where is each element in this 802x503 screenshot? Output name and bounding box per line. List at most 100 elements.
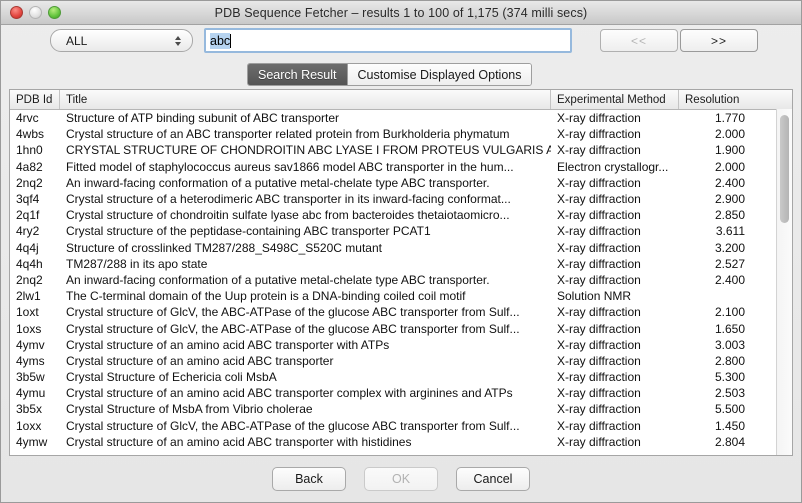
window-controls [10, 6, 61, 19]
cell-pdb-id: 3qf4 [16, 192, 40, 207]
cell-experimental-method: X-ray diffraction [557, 127, 641, 142]
next-page-button[interactable]: >> [680, 29, 758, 52]
search-input-value: abc [210, 32, 231, 49]
cell-pdb-id: 4yms [16, 353, 45, 368]
table-row[interactable]: 3b5x Crystal Structure of MsbA from Vibri… [10, 401, 792, 417]
cell-resolution: 3.611 [715, 224, 745, 239]
search-input[interactable]: abc [204, 28, 572, 53]
cell-title: TM287/288 in its apo state [66, 256, 208, 271]
cell-title: Fitted model of staphylococcus aureus sa… [66, 159, 514, 174]
table-row[interactable]: 4rvc Structure of ATP binding subunit of … [10, 110, 792, 126]
tab-search-result[interactable]: Search Result [248, 64, 347, 85]
table-row[interactable]: 2nq2 An inward-facing conformation of a p… [10, 272, 792, 288]
cell-resolution: 5.500 [714, 402, 745, 417]
cell-pdb-id: 4q4j [16, 240, 39, 255]
tab-customise-displayed-options[interactable]: Customise Displayed Options [346, 64, 532, 85]
cell-title: The C-terminal domain of the Uup protein… [66, 289, 466, 304]
column-header-pdb-id[interactable]: PDB Id [10, 90, 60, 109]
cell-title: Crystal Structure of Echericia coli MsbA [66, 370, 277, 385]
tab-strip: Search Result Customise Displayed Option… [1, 63, 801, 86]
table-row[interactable]: 4yms Crystal structure of an amino acid A… [10, 353, 792, 369]
previous-page-button[interactable]: << [600, 29, 678, 52]
table-row[interactable]: 4ry2 Crystal structure of the peptidase-c… [10, 223, 792, 239]
table-row[interactable]: 1oxs Crystal structure of GlcV, the ABC-A… [10, 320, 792, 336]
cell-experimental-method: Electron crystallogr... [557, 159, 669, 174]
cell-resolution: 2.400 [714, 272, 745, 287]
cell-resolution: 2.400 [714, 175, 745, 190]
cell-experimental-method: X-ray diffraction [557, 337, 641, 352]
cell-title: Structure of crosslinked TM287/288_S498C… [66, 240, 382, 255]
table-row[interactable]: 4q4j Structure of crosslinked TM287/288_S… [10, 240, 792, 256]
cell-title: Crystal structure of GlcV, the ABC-ATPas… [66, 305, 520, 320]
cell-experimental-method: X-ray diffraction [557, 111, 641, 126]
minimize-button[interactable] [29, 6, 42, 19]
pdb-sequence-fetcher-window: PDB Sequence Fetcher – results 1 to 100 … [0, 0, 802, 503]
table-row[interactable]: 2nq2 An inward-facing conformation of a p… [10, 175, 792, 191]
cell-pdb-id: 4wbs [16, 127, 45, 142]
table-row[interactable]: 3b5w Crystal Structure of Echericia coli … [10, 369, 792, 385]
cell-pdb-id: 4rvc [16, 111, 39, 126]
table-row[interactable]: 4wbs Crystal structure of an ABC transpor… [10, 126, 792, 142]
table-row[interactable]: 2q1f Crystal structure of chondroitin sul… [10, 207, 792, 223]
cell-pdb-id: 1oxs [16, 321, 42, 336]
vertical-scrollbar-thumb[interactable] [780, 115, 789, 223]
cell-resolution: 2.000 [714, 127, 745, 142]
cancel-button[interactable]: Cancel [456, 467, 530, 491]
cell-pdb-id: 4ymw [16, 434, 48, 449]
cell-title: Crystal structure of the peptidase-conta… [66, 224, 431, 239]
zoom-button[interactable] [48, 6, 61, 19]
cell-experimental-method: X-ray diffraction [557, 402, 641, 417]
cell-resolution: 2.100 [714, 305, 745, 320]
column-header-experimental-method[interactable]: Experimental Method [551, 90, 679, 109]
table-row[interactable]: 4ymu Crystal structure of an amino acid A… [10, 385, 792, 401]
table-row[interactable]: 4ymv Crystal structure of an amino acid A… [10, 337, 792, 353]
table-row[interactable]: 4q4h TM287/288 in its apo state X-ray diff… [10, 256, 792, 272]
cell-pdb-id: 4ry2 [16, 224, 40, 239]
text-caret [230, 33, 232, 48]
cell-title: Structure of ATP binding subunit of ABC … [66, 111, 340, 126]
cell-pdb-id: 3b5w [16, 370, 45, 385]
cell-title: Crystal structure of a heterodimeric ABC… [66, 192, 511, 207]
scope-select[interactable]: ALL [50, 29, 193, 52]
table-row[interactable]: 3qf4 Crystal structure of a heterodimeric… [10, 191, 792, 207]
cell-title: Crystal structure of an amino acid ABC t… [66, 386, 513, 401]
vertical-scrollbar[interactable] [776, 109, 792, 455]
cell-title: Crystal structure of an ABC transporter … [66, 127, 510, 142]
table-row[interactable]: 1hn0 CRYSTAL STRUCTURE OF CHONDROITIN ABC… [10, 142, 792, 158]
table-row[interactable]: 4a82 Fitted model of staphylococcus aureu… [10, 159, 792, 175]
table-row[interactable]: 2lw1 The C-terminal domain of the Uup pro… [10, 288, 792, 304]
ok-button: OK [364, 467, 438, 491]
back-button[interactable]: Back [272, 467, 346, 491]
cell-pdb-id: 3b5x [16, 402, 43, 417]
cell-experimental-method: X-ray diffraction [557, 256, 641, 271]
table-row[interactable]: 1oxt Crystal structure of GlcV, the ABC-A… [10, 304, 792, 320]
results-panel: PDB Id Title Experimental Method Resolut… [9, 89, 793, 456]
cell-title: An inward-facing conformation of a putat… [66, 175, 490, 190]
cell-experimental-method: X-ray diffraction [557, 143, 641, 158]
table-row[interactable]: 1oxx Crystal structure of GlcV, the ABC-A… [10, 418, 792, 434]
cell-resolution: 2.527 [714, 256, 745, 271]
column-header-title[interactable]: Title [60, 90, 551, 109]
cell-experimental-method: X-ray diffraction [557, 224, 641, 239]
cell-experimental-method: X-ray diffraction [557, 434, 641, 449]
cell-experimental-method: X-ray diffraction [557, 353, 641, 368]
title-bar: PDB Sequence Fetcher – results 1 to 100 … [1, 1, 801, 25]
cell-resolution: 2.850 [714, 208, 745, 223]
cell-pdb-id: 1hn0 [16, 143, 43, 158]
cell-experimental-method: X-ray diffraction [557, 370, 641, 385]
cell-resolution: 1.650 [714, 321, 745, 336]
cell-pdb-id: 4q4h [16, 256, 43, 271]
cell-resolution: 1.900 [714, 143, 745, 158]
chevron-updown-icon [175, 35, 181, 46]
table-row[interactable]: 4ymw Crystal structure of an amino acid A… [10, 434, 792, 450]
window-title: PDB Sequence Fetcher – results 1 to 100 … [214, 5, 588, 20]
cell-pdb-id: 4a82 [16, 159, 43, 174]
cell-pdb-id: 2lw1 [16, 289, 41, 304]
column-header-resolution[interactable]: Resolution [679, 90, 773, 109]
close-button[interactable] [10, 6, 23, 19]
cell-title: Crystal structure of an amino acid ABC t… [66, 434, 412, 449]
cell-title: An inward-facing conformation of a putat… [66, 272, 490, 287]
cell-title: Crystal structure of an amino acid ABC t… [66, 337, 390, 352]
cell-pdb-id: 1oxt [16, 305, 39, 320]
cell-resolution: 2.804 [714, 434, 745, 449]
